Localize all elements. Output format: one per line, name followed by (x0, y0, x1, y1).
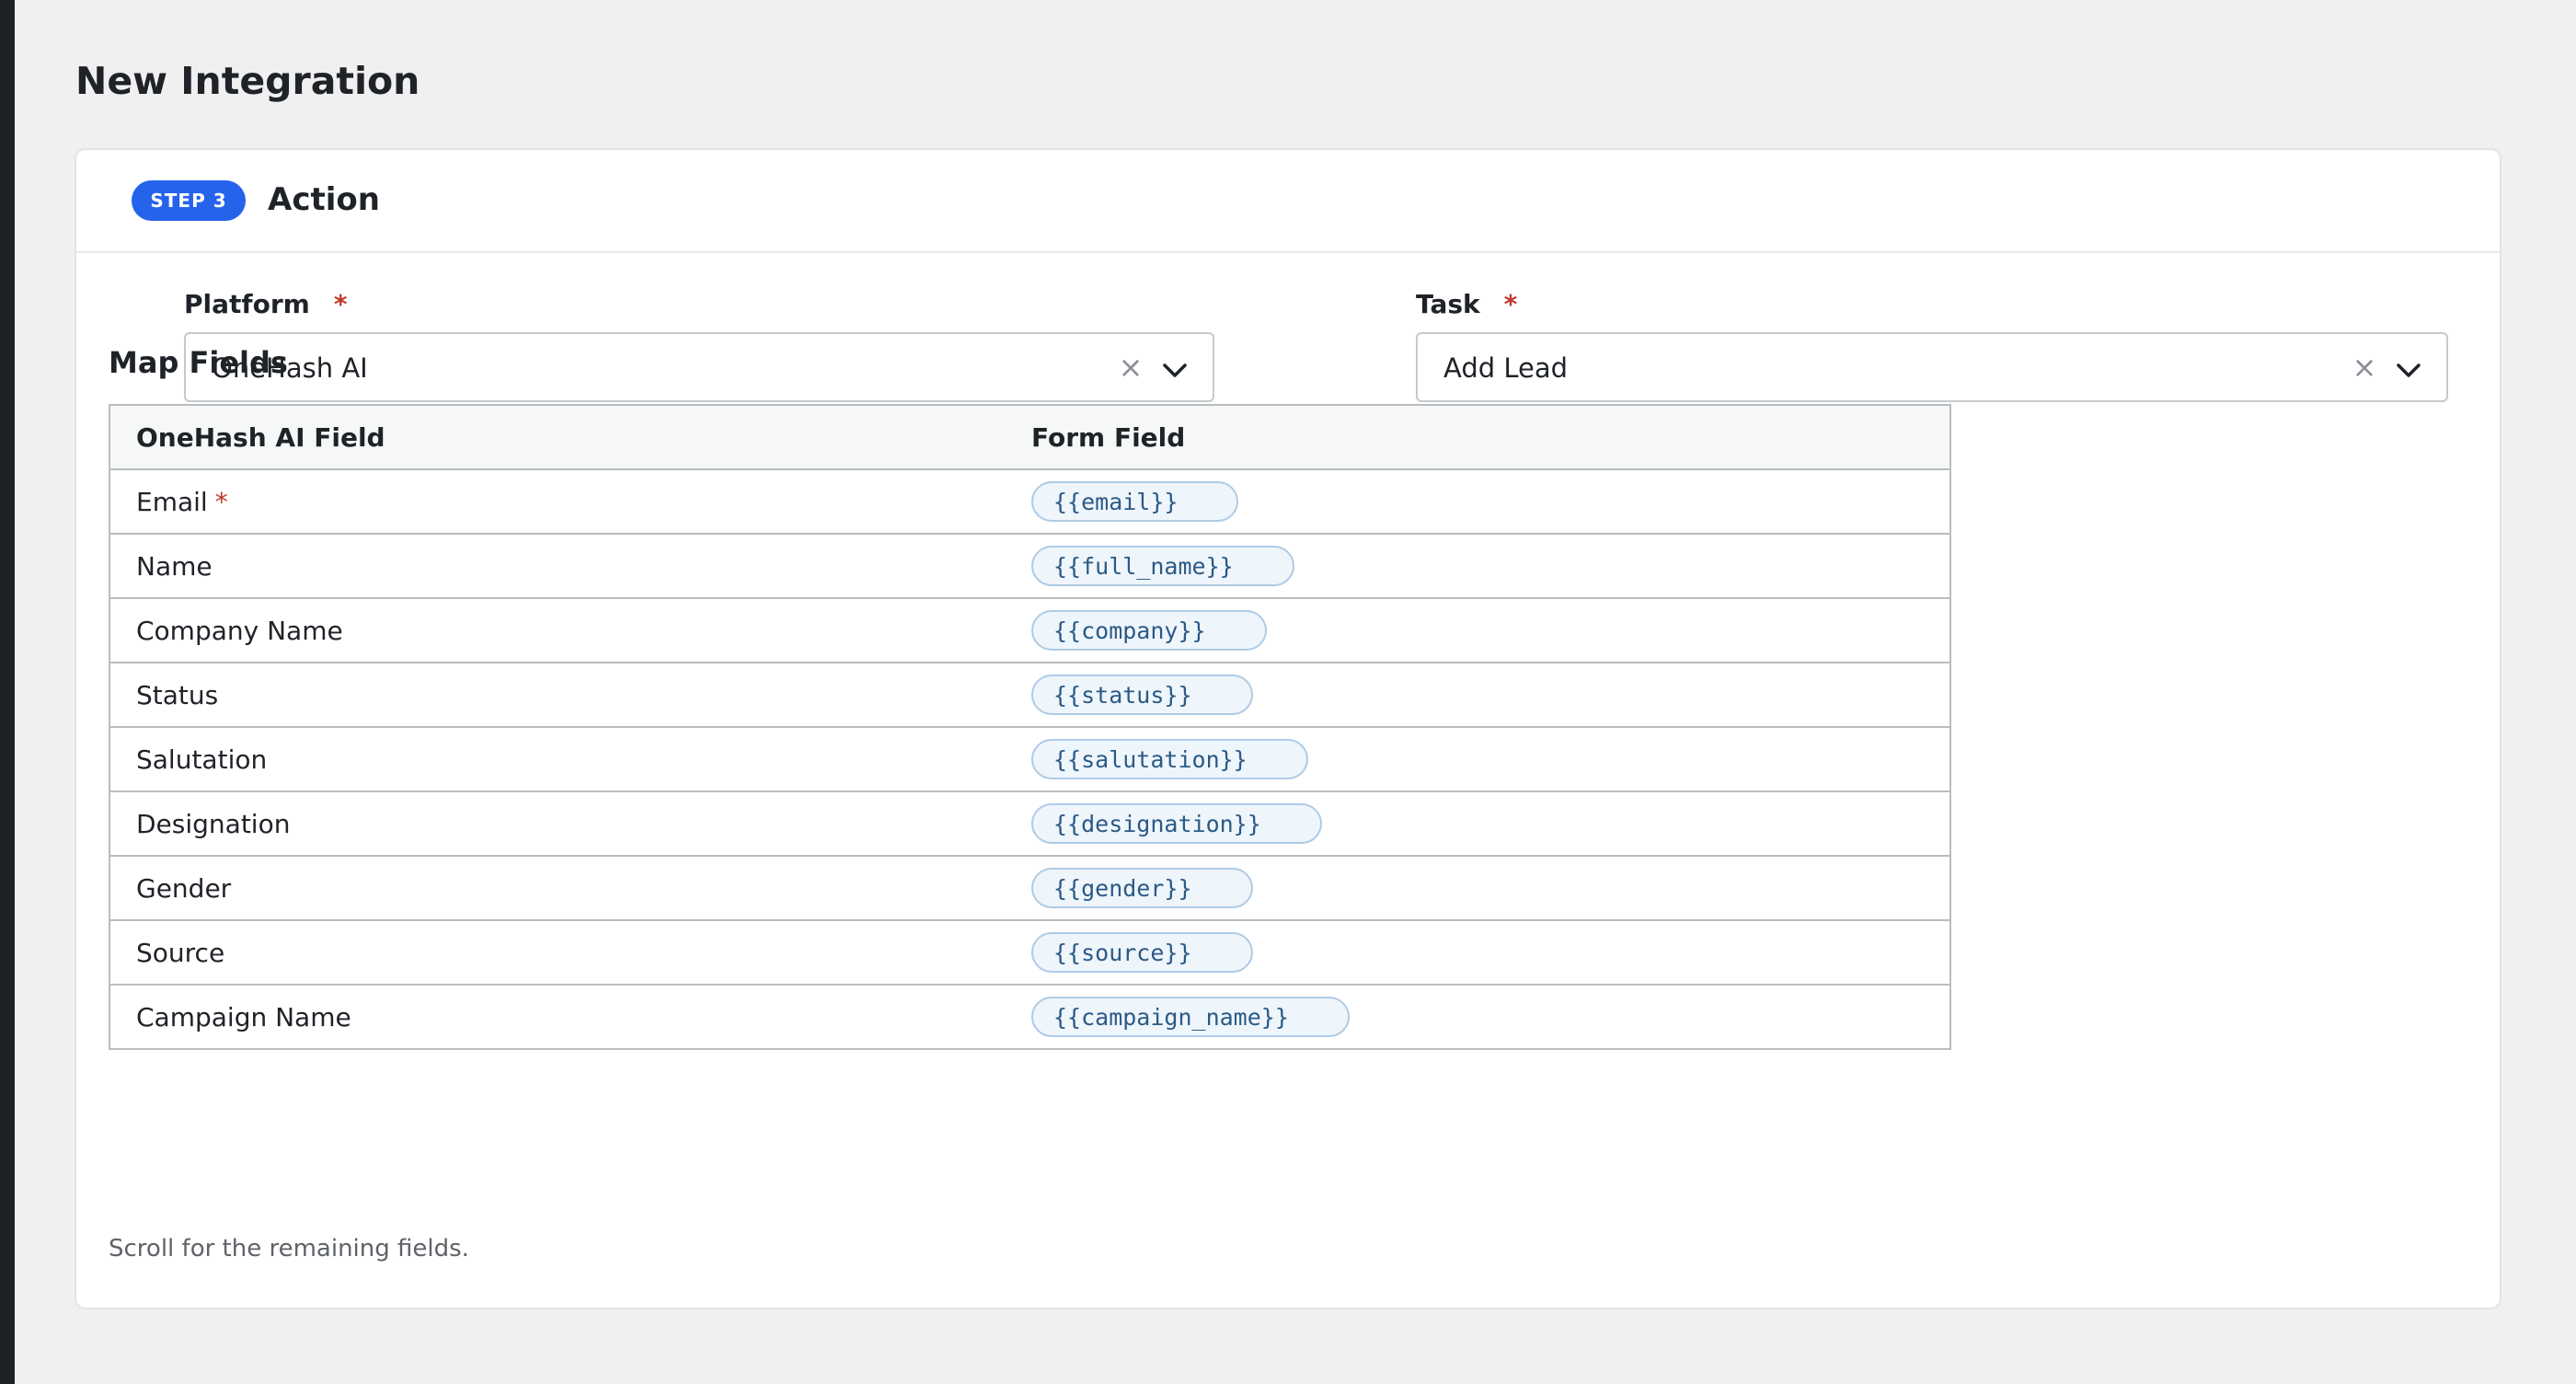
table-row: Status {{status}} (109, 662, 1951, 728)
table-row: Company Name {{company}} (109, 597, 1951, 663)
required-indicator: * (1503, 289, 1518, 319)
close-icon[interactable]: × (2351, 349, 2378, 386)
chevron-down-icon[interactable] (1159, 354, 1190, 386)
field-name-cell: Name (109, 533, 1031, 599)
field-name-cell: Source (109, 919, 1031, 986)
field-name-cell: Email * (109, 468, 1031, 535)
platform-select[interactable]: OneHash AI × (184, 332, 1214, 402)
scroll-hint: Scroll for the remaining fields. (109, 1235, 469, 1263)
map-fields-table: OneHash AI Field Form Field Email * {{ema… (109, 404, 1951, 1050)
step-badge: STEP 3 (132, 180, 246, 221)
task-label: Task * (1416, 286, 1517, 323)
table-header-row: OneHash AI Field Form Field (109, 404, 1951, 470)
column-header-form-field: Form Field (1031, 404, 1951, 470)
form-field-cell: {{gender}} (1031, 855, 1951, 921)
field-token-chip[interactable]: {{email}} (1031, 481, 1239, 522)
form-field-cell: {{designation}} (1031, 790, 1951, 857)
field-token-chip[interactable]: {{salutation}} (1031, 739, 1308, 779)
field-token-chip[interactable]: {{company}} (1031, 610, 1267, 651)
map-fields-title: Map Fields (109, 345, 288, 380)
field-token-chip[interactable]: {{status}} (1031, 675, 1253, 715)
field-name: Email (136, 486, 208, 517)
task-select-value: Add Lead (1443, 352, 1569, 384)
field-name-cell: Designation (109, 790, 1031, 857)
field-name-cell: Company Name (109, 597, 1031, 663)
task-label-text: Task (1416, 289, 1480, 319)
page-title: New Integration (75, 59, 420, 103)
form-field-cell: {{full_name}} (1031, 533, 1951, 599)
table-row: Email * {{email}} (109, 468, 1951, 535)
platform-label: Platform * (184, 286, 347, 323)
field-name-cell: Salutation (109, 726, 1031, 792)
table-row: Gender {{gender}} (109, 855, 1951, 921)
table-row: Campaign Name {{campaign_name}} (109, 984, 1951, 1050)
form-field-cell: {{status}} (1031, 662, 1951, 728)
table-row: Salutation {{salutation}} (109, 726, 1951, 792)
form-field-cell: {{campaign_name}} (1031, 984, 1951, 1050)
field-token-chip[interactable]: {{designation}} (1031, 803, 1322, 844)
field-name-cell: Campaign Name (109, 984, 1031, 1050)
platform-label-text: Platform (184, 289, 310, 319)
close-icon[interactable]: × (1117, 349, 1144, 386)
field-token-chip[interactable]: {{full_name}} (1031, 546, 1294, 586)
card-header: STEP 3 Action (76, 150, 2500, 253)
form-field-cell: {{company}} (1031, 597, 1951, 663)
field-name-cell: Status (109, 662, 1031, 728)
field-name-cell: Gender (109, 855, 1031, 921)
required-indicator: * (333, 289, 348, 319)
field-token-chip[interactable]: {{gender}} (1031, 868, 1253, 908)
table-row: Source {{source}} (109, 919, 1951, 986)
form-field-cell: {{source}} (1031, 919, 1951, 986)
table-row: Name {{full_name}} (109, 533, 1951, 599)
field-token-chip[interactable]: {{campaign_name}} (1031, 997, 1350, 1037)
task-select[interactable]: Add Lead × (1416, 332, 2448, 402)
table-row: Designation {{designation}} (109, 790, 1951, 857)
field-token-chip[interactable]: {{source}} (1031, 932, 1253, 973)
left-rail (0, 0, 15, 1384)
step-title: Action (268, 181, 380, 218)
form-field-cell: {{email}} (1031, 468, 1951, 535)
form-field-cell: {{salutation}} (1031, 726, 1951, 792)
chevron-down-icon[interactable] (2393, 354, 2424, 386)
column-header-onehash-field: OneHash AI Field (109, 404, 1031, 470)
required-indicator: * (214, 486, 228, 517)
